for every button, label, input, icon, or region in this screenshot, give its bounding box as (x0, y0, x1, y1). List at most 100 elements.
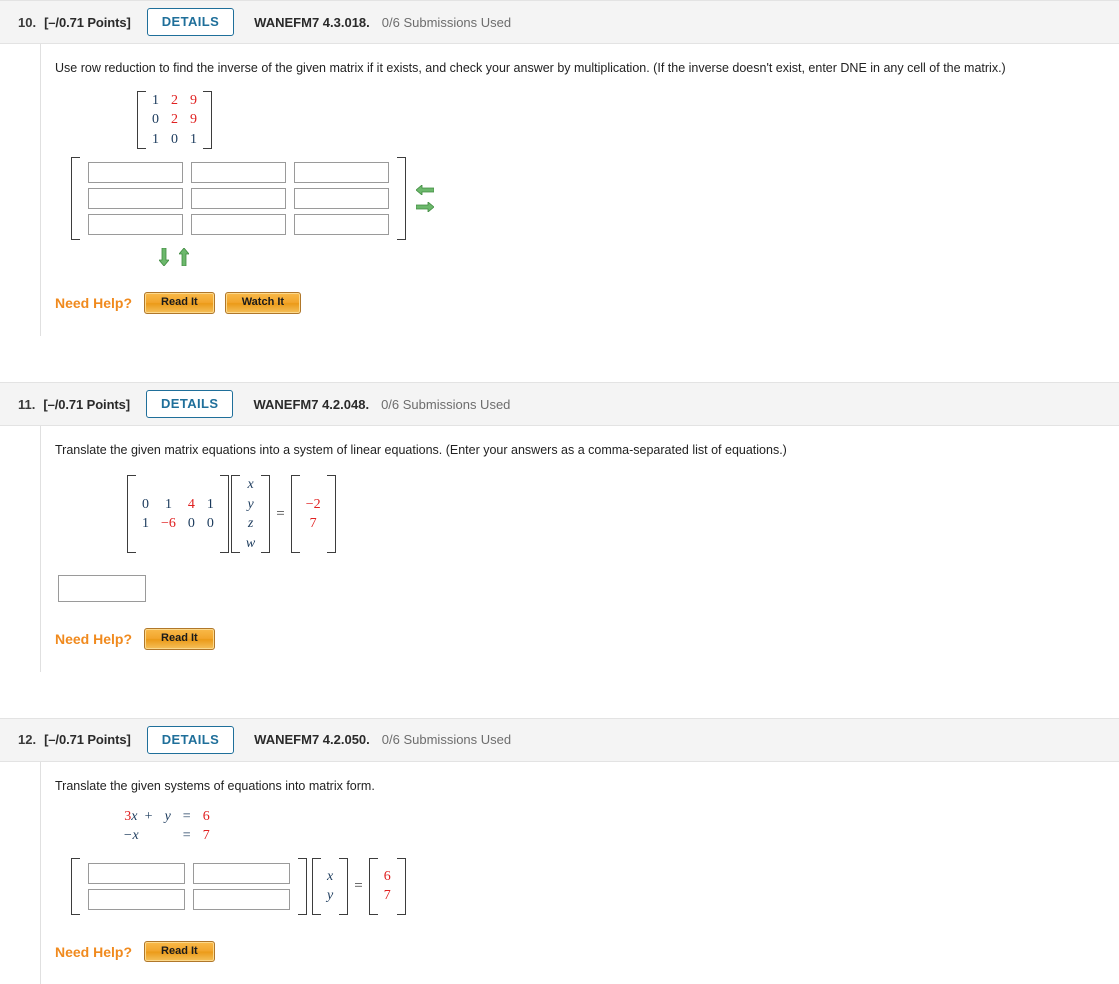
submissions-used: 0/6 Submissions Used (381, 14, 512, 30)
matrix-cell: 1 (152, 92, 159, 108)
matrix-cell: 0 (142, 496, 149, 512)
bracket-left-icon (368, 857, 378, 915)
given-matrix-table: 1 2 9 0 2 9 1 0 1 (146, 91, 203, 150)
vector-cell: x (327, 868, 334, 884)
arrow-right-icon[interactable] (416, 202, 434, 213)
details-button[interactable]: DETAILS (146, 390, 234, 419)
need-help-label: Need Help? (55, 295, 133, 312)
answer-grid (80, 157, 397, 240)
read-it-button[interactable]: Read It (144, 292, 215, 315)
matrix-input-r3c2[interactable] (191, 214, 286, 236)
row-arrow-controls (159, 248, 434, 267)
answer-input[interactable] (58, 575, 146, 602)
matrix-cell: 2 (171, 112, 178, 128)
watch-it-button[interactable]: Watch It (224, 292, 302, 315)
matrix-cell: 0 (171, 131, 178, 147)
equals-sign: = (182, 808, 191, 824)
matrix-input-r2c1[interactable] (88, 188, 183, 210)
submissions-used: 0/6 Submissions Used (381, 732, 512, 748)
matrix-cell: 0 (152, 112, 159, 128)
question-points: [–/0.71 Points] (44, 732, 131, 748)
grid-row (88, 162, 389, 184)
bracket-right-icon (261, 475, 271, 553)
matrix-input-r2c2[interactable] (193, 888, 290, 910)
read-it-button[interactable]: Read It (144, 940, 215, 963)
bracket-right-icon (339, 857, 349, 915)
matrix-cell: 2 (171, 92, 178, 108)
bracket-right-icon (298, 857, 307, 915)
section-gap (0, 671, 1119, 718)
section-gap (0, 336, 1119, 383)
matrix-cell: 0 (206, 516, 214, 531)
matrix-input-r2c2[interactable] (191, 188, 286, 210)
column-arrow-controls (416, 185, 434, 213)
need-help-row-12: Need Help? Read It (55, 940, 1119, 963)
details-button[interactable]: DETAILS (146, 725, 235, 754)
matrix-input-r1c1[interactable] (88, 862, 185, 884)
answer-matrix-12: x y = 6 7 (71, 857, 406, 915)
equation-system: 3x + y = 6 −x = 7 (117, 807, 216, 846)
grid-row (88, 188, 389, 210)
arrow-left-icon[interactable] (416, 185, 434, 196)
bracket-right-icon (219, 475, 229, 553)
read-it-button[interactable]: Read It (144, 628, 215, 650)
question-code: WANEFM7 4.2.050. (254, 732, 370, 748)
bracket-left-icon (127, 475, 136, 553)
question-body-12: Translate the given systems of equations… (40, 761, 1119, 984)
operator (139, 826, 159, 846)
bracket-right-icon (203, 90, 212, 150)
result-vector: −2 7 (300, 495, 327, 534)
question-block-10: 10. [–/0.71 Points] DETAILS WANEFM7 4.3.… (0, 0, 1119, 337)
equals-sign: = (182, 828, 191, 844)
vector-cell: −2 (305, 496, 321, 512)
matrix-input-r1c1[interactable] (88, 162, 183, 184)
bracket-left-icon (290, 475, 300, 553)
operator: + (144, 808, 153, 824)
equals-sign: = (276, 505, 285, 522)
need-help-row-10: Need Help? Read It Watch It (55, 292, 1119, 315)
constant: 6 (202, 808, 210, 824)
matrix-input-r3c3[interactable] (294, 214, 389, 236)
details-button[interactable]: DETAILS (146, 8, 235, 36)
matrix-input-r1c2[interactable] (193, 862, 290, 884)
given-matrix: 1 2 9 0 2 9 1 0 1 (137, 90, 212, 150)
vector-cell: x (247, 477, 254, 492)
need-help-label: Need Help? (55, 630, 133, 647)
matrix-input-r3c1[interactable] (88, 214, 183, 236)
matrix-cell: 1 (164, 496, 172, 512)
matrix-cell: 1 (142, 516, 149, 531)
vector-cell: 6 (383, 868, 391, 884)
variable-vector: x y (321, 867, 339, 906)
vector-cell: y (327, 888, 334, 904)
arrow-up-icon[interactable] (179, 248, 189, 267)
answer-field-wrap-11 (58, 575, 1119, 602)
matrix-input-r1c2[interactable] (191, 162, 286, 184)
bracket-right-icon (397, 157, 406, 241)
question-header-12: 12. [–/0.71 Points] DETAILS WANEFM7 4.2.… (0, 717, 1119, 762)
matrix-cell: 1 (206, 496, 214, 512)
grid-row (88, 862, 290, 884)
matrix-cell: −6 (161, 516, 176, 531)
answer-grid (80, 858, 298, 915)
bracket-left-icon (71, 857, 80, 915)
matrix-input-r2c3[interactable] (294, 188, 389, 210)
question-code: WANEFM7 4.2.048. (253, 396, 370, 412)
equation-row: 3x + y = 6 (117, 807, 216, 827)
result-vector: 6 7 (378, 867, 397, 906)
matrix-input-r1c3[interactable] (294, 162, 389, 184)
arrow-down-icon[interactable] (159, 248, 169, 267)
matrix-row: 1 2 9 (146, 91, 203, 111)
matrix-cell: 4 (187, 496, 195, 512)
bracket-left-icon (230, 475, 240, 553)
question-points: [–/0.71 Points] (43, 396, 130, 412)
answer-matrix-10 (71, 157, 434, 267)
question-points: [–/0.71 Points] (44, 14, 131, 30)
question-number: 10. (18, 14, 37, 30)
answer-grid-wrap (71, 157, 434, 241)
matrix-cell: 1 (190, 131, 197, 147)
matrix-input-r2c1[interactable] (88, 888, 185, 910)
matrix-cell: 9 (190, 92, 197, 108)
question-block-11: 11. [–/0.71 Points] DETAILS WANEFM7 4.2.… (0, 382, 1119, 672)
question-body-10: Use row reduction to find the inverse of… (40, 44, 1119, 337)
submissions-used: 0/6 Submissions Used (381, 396, 511, 412)
